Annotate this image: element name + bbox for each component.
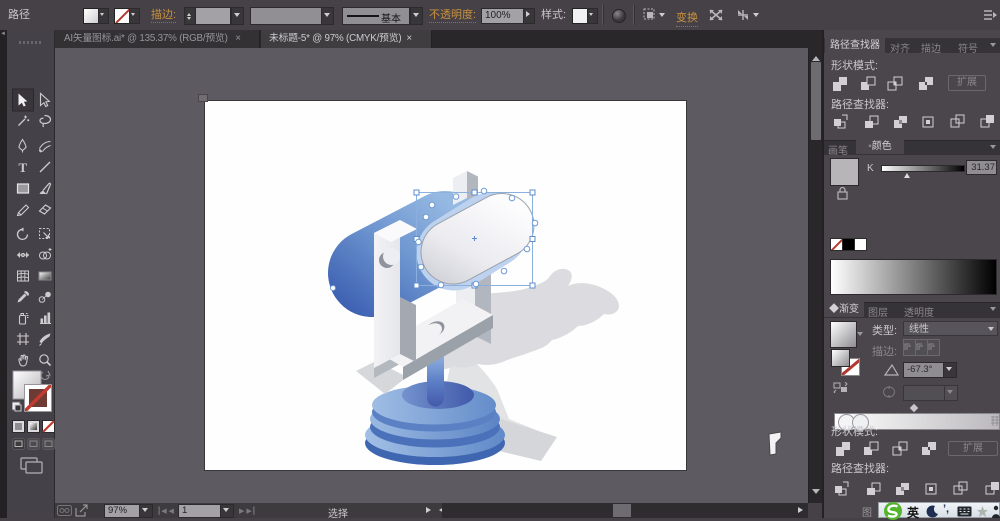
svg-text:T: T xyxy=(19,160,28,175)
